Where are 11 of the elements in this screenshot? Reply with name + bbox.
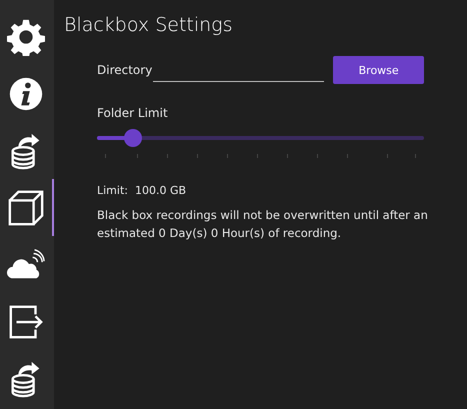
estimate-note: Black box recordings will not be overwritten until after an estimated 0 Day(s) 0 Hour(s) of recording. — [97, 207, 429, 242]
cube-icon — [7, 188, 45, 226]
export-icon — [7, 302, 45, 340]
browse-button[interactable]: Browse — [333, 56, 424, 84]
folder-limit-label: Folder Limit — [97, 106, 168, 120]
directory-label: Directory — [97, 63, 154, 77]
limit-text: Limit: 100.0 GB — [97, 184, 186, 197]
slider-track[interactable] — [97, 129, 424, 147]
slider-thumb[interactable] — [124, 129, 142, 147]
page-title: Blackbox Settings — [64, 14, 232, 36]
settings-icon — [7, 18, 45, 56]
